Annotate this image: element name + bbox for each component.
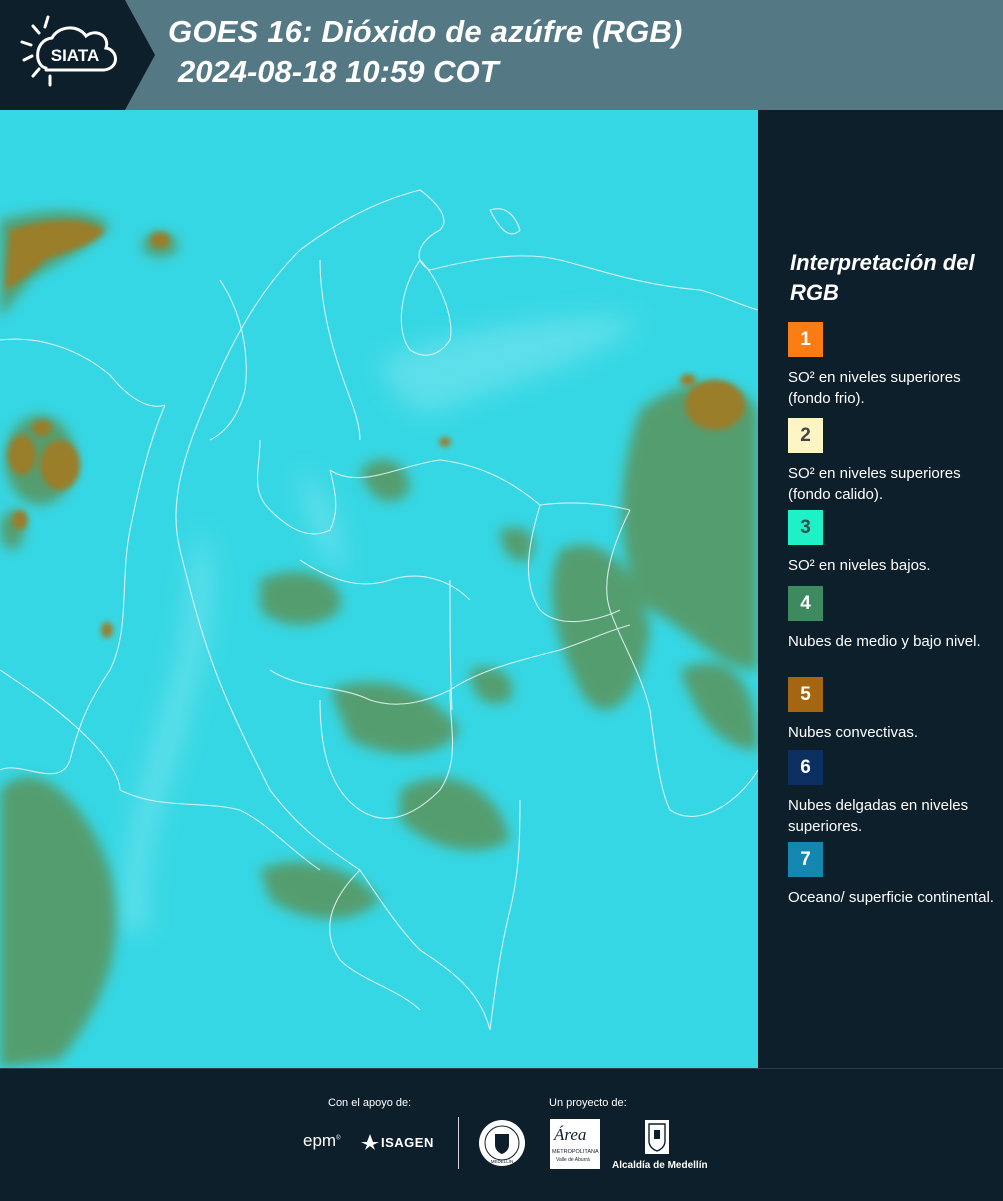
area-logo-sub2: Valle de Aburrá (556, 1157, 590, 1163)
project-label: Un proyecto de: (549, 1097, 627, 1109)
support-label: Con el apoyo de: (328, 1097, 412, 1109)
area-metropolitana-logo: Área METROPOLITANA Valle de Aburrá (550, 1119, 600, 1169)
satellite-map (0, 110, 758, 1068)
header-bar: SIATA GOES 16: Dióxido de azúfre (RGB) 2… (0, 0, 1003, 110)
legend-item-6: 6 Nubes delgadas en niveles superiores. (788, 750, 998, 837)
legend-item-3: 3 SO² en niveles bajos. (788, 510, 998, 576)
legend-swatch-4: 4 (788, 586, 823, 621)
footer-bar: Con el apoyo de: Un proyecto de: epm® IS… (0, 1068, 1003, 1201)
legend-label-3: SO² en niveles bajos. (788, 557, 931, 574)
medellin-seal-icon: MEDELLÍN (479, 1120, 525, 1166)
area-logo-sub1: METROPOLITANA (552, 1149, 599, 1155)
isagen-logo: ISAGEN (381, 1135, 434, 1150)
legend-label-4: Nubes de medio y bajo nivel. (788, 633, 981, 650)
legend-swatch-7: 7 (788, 842, 823, 877)
siata-logo-text: SIATA (51, 46, 99, 65)
legend-swatch-3: 3 (788, 510, 823, 545)
isagen-icon (361, 1134, 379, 1150)
legend-label-7: Oceano/ superficie continental. (788, 889, 994, 906)
legend-item-1: 1 SO² en niveles superiores (fondo frio)… (788, 322, 998, 409)
legend-label-2: SO² en niveles superiores (fondo calido)… (788, 465, 961, 503)
siata-logo: SIATA (0, 0, 155, 110)
legend-label-5: Nubes convectivas. (788, 724, 919, 741)
alcaldia-label: Alcaldía de Medellín (612, 1160, 708, 1171)
footer-divider (458, 1117, 459, 1169)
page-timestamp: 2024-08-18 10:59 COT (178, 54, 499, 89)
page-title: GOES 16: Dióxido de azúfre (RGB) (168, 14, 683, 49)
alcaldia-shield-icon (645, 1120, 669, 1154)
legend-item-4: 4 Nubes de medio y bajo nivel. (788, 586, 998, 652)
legend-swatch-2: 2 (788, 418, 823, 453)
satellite-image (0, 110, 758, 1068)
legend-title: Interpretación del RGB (790, 250, 975, 305)
area-logo-text: Área (554, 1125, 587, 1144)
legend-label-1: SO² en niveles superiores (fondo frio). (788, 369, 961, 407)
legend-item-7: 7 Oceano/ superficie continental. (788, 842, 998, 908)
legend-label-6: Nubes delgadas en niveles superiores. (788, 797, 969, 835)
epm-logo: epm® (303, 1131, 341, 1150)
legend-item-2: 2 SO² en niveles superiores (fondo calid… (788, 418, 998, 505)
legend-swatch-1: 1 (788, 322, 823, 357)
legend-panel: Interpretación del RGB 1 SO² en niveles … (760, 110, 1003, 1068)
legend-swatch-6: 6 (788, 750, 823, 785)
legend-swatch-5: 5 (788, 677, 823, 712)
medellin-seal-text: MEDELLÍN (491, 1158, 514, 1164)
legend-item-5: 5 Nubes convectivas. (788, 677, 998, 743)
